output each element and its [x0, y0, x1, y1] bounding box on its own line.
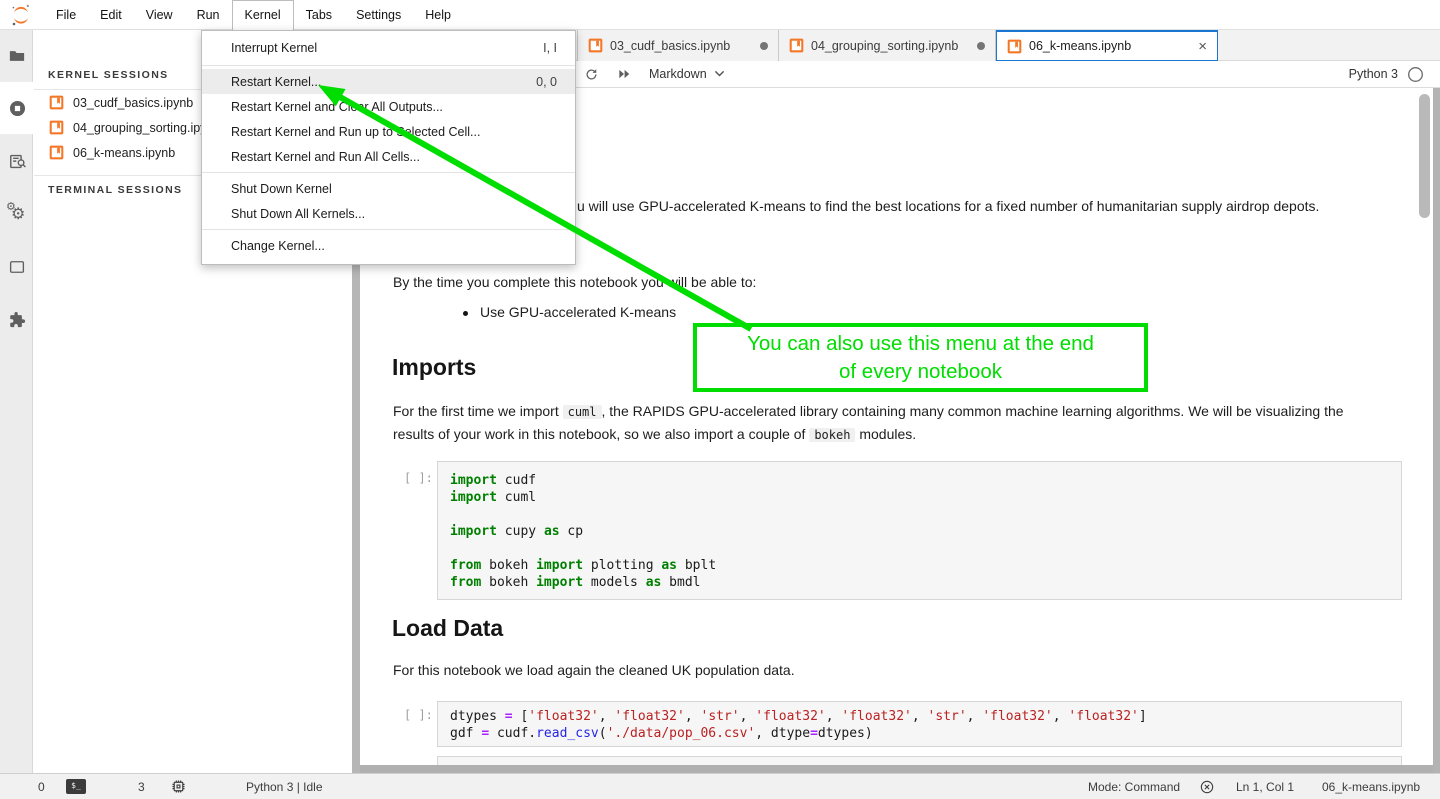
code-cell-imports[interactable]: import cudfimport cuml import cupy as cp… — [437, 461, 1402, 600]
status-filename: 06_k-means.ipynb — [1322, 774, 1420, 799]
code-cell-load-data[interactable]: dtypes = ['float32', 'float32', 'str', '… — [437, 701, 1402, 747]
tab-label: 06_k-means.ipynb — [1029, 39, 1191, 53]
tab-label: 04_grouping_sorting.ipynb — [811, 39, 970, 53]
run-all-cells-icon[interactable] — [617, 67, 631, 81]
menu-run[interactable]: Run — [185, 0, 232, 29]
menu-restart-run-to-selected[interactable]: Restart Kernel and Run up to Selected Ce… — [202, 119, 575, 144]
session-label: 04_grouping_sorting.ipynb — [73, 121, 220, 135]
cursor-position[interactable]: Ln 1, Col 1 — [1236, 774, 1294, 799]
annotation-callout-box: You can also use this menu at the end of… — [693, 323, 1148, 392]
menu-file[interactable]: File — [44, 0, 88, 29]
imports-heading: Imports — [392, 354, 476, 380]
inline-code: bokeh — [809, 428, 855, 442]
menu-divider — [202, 65, 575, 66]
load-data-heading: Load Data — [392, 615, 503, 641]
menu-settings[interactable]: Settings — [344, 0, 413, 29]
cell-prompt: [ ]: — [404, 708, 433, 722]
menu-edit[interactable]: Edit — [88, 0, 134, 29]
tab-06-k-means[interactable]: 06_k-means.ipynb × — [996, 30, 1218, 61]
session-label: 06_k-means.ipynb — [73, 146, 175, 160]
chevron-down-icon — [714, 70, 725, 77]
kernels-count[interactable]: 3 — [138, 774, 145, 799]
tab-04-grouping-sorting[interactable]: 04_grouping_sorting.ipynb — [779, 30, 996, 61]
file-browser-icon[interactable] — [0, 30, 34, 82]
menu-restart-clear-outputs[interactable]: Restart Kernel and Clear All Outputs... — [202, 94, 575, 119]
close-icon[interactable]: × — [1198, 39, 1207, 54]
annotation-line-2: of every notebook — [839, 358, 1002, 386]
intro-paragraph-fragment: u will use GPU-accelerated K-means to fi… — [577, 195, 1319, 217]
kernel-menu-dropdown: Interrupt KernelI, I Restart Kernel...0,… — [201, 30, 576, 265]
kernel-chip-icon — [170, 774, 187, 799]
trust-indicator-icon — [1199, 774, 1215, 799]
property-inspector-icon[interactable] — [0, 135, 34, 187]
gears-icon[interactable]: ⚙⚙ — [0, 188, 34, 240]
objectives-intro: By the time you complete this notebook y… — [393, 271, 756, 293]
shortcut: I, I — [543, 41, 557, 55]
command-mode-indicator[interactable]: Mode: Command — [1088, 774, 1180, 799]
shortcut: 0, 0 — [536, 75, 557, 89]
cell-prompt: [ ]: — [404, 471, 433, 485]
jupyter-logo-icon — [9, 3, 33, 27]
menu-view[interactable]: View — [134, 0, 185, 29]
menu-restart-run-all[interactable]: Restart Kernel and Run All Cells... — [202, 144, 575, 169]
status-bar: 0 $_ 3 Python 3 | Idle Mode: Command Ln … — [0, 773, 1440, 799]
session-label: 03_cudf_basics.ipynb — [73, 96, 193, 110]
bullet-dot — [463, 311, 468, 316]
vertical-scrollbar-thumb[interactable] — [1419, 94, 1430, 218]
horizontal-scrollbar[interactable] — [360, 765, 1440, 773]
notebook-icon — [49, 145, 64, 160]
notebook-icon — [49, 120, 64, 135]
menu-restart-kernel[interactable]: Restart Kernel...0, 0 — [202, 69, 575, 94]
menu-divider — [202, 172, 575, 173]
terminal-icon: $_ — [66, 774, 86, 799]
open-tabs-icon[interactable] — [0, 241, 34, 293]
cell-type-value: Markdown — [649, 67, 707, 81]
menu-kernel[interactable]: Kernel — [232, 0, 294, 30]
menu-shut-down-all-kernels[interactable]: Shut Down All Kernels... — [202, 201, 575, 226]
menu-help[interactable]: Help — [413, 0, 463, 29]
menu-interrupt-kernel[interactable]: Interrupt KernelI, I — [202, 34, 575, 62]
kernel-name[interactable]: Python 3 — [1349, 67, 1398, 81]
cell-type-dropdown[interactable]: Markdown — [649, 67, 725, 81]
load-data-paragraph: For this notebook we load again the clea… — [393, 659, 795, 681]
notebook-icon — [1007, 39, 1022, 54]
annotation-line-1: You can also use this menu at the end — [747, 330, 1094, 358]
inline-code: cuml — [563, 405, 602, 419]
restart-kernel-icon[interactable] — [584, 67, 599, 82]
menu-shut-down-kernel[interactable]: Shut Down Kernel — [202, 176, 575, 201]
notebook-icon — [789, 38, 804, 53]
tab-03-cudf-basics[interactable]: 03_cudf_basics.ipynb — [577, 30, 779, 61]
terminals-count[interactable]: 0 — [38, 774, 45, 799]
kernel-status-icon — [1407, 66, 1424, 83]
kernel-status-text[interactable]: Python 3 | Idle — [246, 774, 323, 799]
activity-bar: ⚙⚙ — [0, 30, 33, 773]
notebook-icon — [49, 95, 64, 110]
imports-paragraph: For the first time we import cuml, the R… — [393, 400, 1355, 446]
extension-manager-icon[interactable] — [0, 294, 34, 346]
menu-tabs[interactable]: Tabs — [294, 0, 344, 29]
menu-divider — [202, 229, 575, 230]
menubar: File Edit View Run Kernel Tabs Settings … — [0, 0, 1440, 30]
running-sessions-icon[interactable] — [0, 82, 34, 134]
right-edge-strip — [1433, 88, 1440, 773]
objective-bullet: Use GPU-accelerated K-means — [463, 301, 676, 323]
menu-change-kernel[interactable]: Change Kernel... — [202, 233, 575, 258]
unsaved-changes-dot[interactable] — [760, 42, 768, 50]
unsaved-changes-dot[interactable] — [977, 42, 985, 50]
tab-label: 03_cudf_basics.ipynb — [610, 39, 753, 53]
notebook-icon — [588, 38, 603, 53]
